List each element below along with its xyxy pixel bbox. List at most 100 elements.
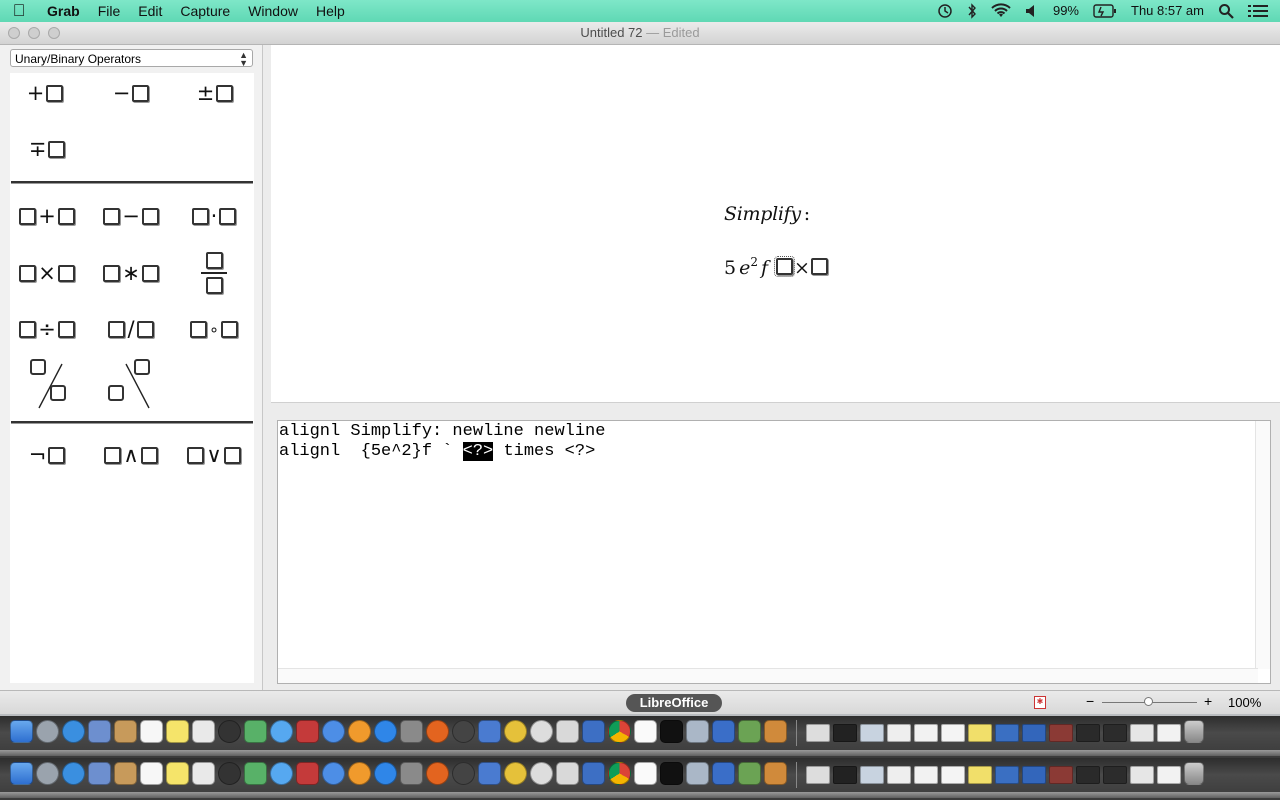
contacts-icon[interactable] — [114, 762, 137, 785]
libreoffice-icon[interactable] — [634, 720, 657, 743]
dock-document[interactable] — [1022, 766, 1046, 784]
textedit-icon[interactable] — [712, 762, 735, 785]
boolean-not-element[interactable]: ¬ — [17, 435, 77, 475]
command-editor[interactable]: alignl Simplify: newline newline alignl {… — [277, 420, 1271, 684]
concatenation-element[interactable]: ∘ — [184, 309, 244, 349]
vertical-splitter[interactable] — [263, 45, 271, 690]
dock-document[interactable] — [1103, 724, 1127, 742]
system-preferences-icon[interactable] — [400, 762, 423, 785]
horizontal-splitter[interactable] — [271, 402, 1280, 421]
volume-icon[interactable] — [1018, 3, 1046, 19]
wideslash-element[interactable] — [17, 355, 77, 413]
element-category-select[interactable]: Unary/Binary Operators ▲ ▼ — [10, 49, 253, 68]
cyberduck-icon[interactable] — [504, 720, 527, 743]
multiplication-element[interactable]: × — [17, 253, 77, 293]
dock-document[interactable] — [995, 766, 1019, 784]
image-app-icon[interactable] — [738, 720, 761, 743]
reminders-icon[interactable] — [192, 762, 215, 785]
mail-icon[interactable] — [88, 762, 111, 785]
zoom-slider[interactable]: − + — [1084, 693, 1219, 709]
contacts-icon[interactable] — [114, 720, 137, 743]
title-bar[interactable]: Untitled 72 — Edited — [0, 22, 1280, 45]
photo-booth-icon[interactable] — [244, 720, 267, 743]
libreoffice-icon[interactable] — [634, 762, 657, 785]
reminders-icon[interactable] — [192, 720, 215, 743]
zoom-percentage[interactable]: 100% — [1228, 691, 1261, 714]
photo-app-icon[interactable] — [296, 720, 319, 743]
gimp-icon[interactable] — [452, 720, 475, 743]
textedit-icon[interactable] — [712, 720, 735, 743]
dock-document[interactable] — [1130, 766, 1154, 784]
ibooks-icon[interactable] — [348, 762, 371, 785]
notes-icon[interactable] — [166, 720, 189, 743]
widebslash-element[interactable] — [101, 355, 161, 413]
document-modified-icon[interactable]: ✱ — [1034, 696, 1046, 709]
dock-document[interactable] — [1157, 724, 1181, 742]
xcode-icon[interactable] — [478, 720, 501, 743]
battery-icon[interactable] — [1086, 4, 1124, 18]
notes-icon[interactable] — [166, 762, 189, 785]
chrome-icon[interactable] — [608, 720, 631, 743]
dock-document[interactable] — [887, 724, 911, 742]
asterisk-element[interactable]: ∗ — [101, 253, 161, 293]
photo-booth-icon[interactable] — [244, 762, 267, 785]
dock-document[interactable] — [1103, 766, 1127, 784]
safari-icon[interactable] — [62, 720, 85, 743]
addition-element[interactable]: + — [17, 196, 77, 236]
unary-plus-element[interactable]: + — [15, 73, 75, 113]
unary-minus-element[interactable]: − — [101, 73, 161, 113]
menu-capture[interactable]: Capture — [171, 0, 239, 22]
launchpad-icon[interactable] — [36, 762, 59, 785]
launchpad-icon[interactable] — [36, 720, 59, 743]
fraction-element[interactable] — [184, 243, 244, 303]
image-app-icon[interactable] — [738, 762, 761, 785]
menu-grab[interactable]: Grab — [38, 0, 89, 22]
battery-percent[interactable]: 99% — [1046, 0, 1086, 22]
dock-document[interactable] — [833, 724, 857, 742]
mail-icon[interactable] — [88, 720, 111, 743]
time-machine-icon[interactable] — [930, 3, 960, 19]
wifi-icon[interactable] — [984, 3, 1018, 19]
chrome-icon[interactable] — [608, 762, 631, 785]
finder-icon[interactable] — [10, 762, 33, 785]
firefox-icon[interactable] — [426, 720, 449, 743]
app-store-icon[interactable] — [374, 762, 397, 785]
trash-icon[interactable] — [1184, 720, 1204, 743]
dock-document[interactable] — [968, 766, 992, 784]
menu-file[interactable]: File — [89, 0, 130, 22]
xcode-icon[interactable] — [478, 762, 501, 785]
facetime-icon[interactable] — [218, 762, 241, 785]
boolean-and-element[interactable]: ∧ — [101, 435, 161, 475]
notification-center-icon[interactable] — [1241, 3, 1280, 19]
dock-document[interactable] — [1130, 724, 1154, 742]
preview-icon[interactable] — [686, 720, 709, 743]
dock-document[interactable] — [914, 766, 938, 784]
zoom-out-button[interactable]: − — [1086, 693, 1094, 709]
division-element[interactable]: ÷ — [17, 309, 77, 349]
grab-icon[interactable] — [556, 720, 579, 743]
messages-icon[interactable] — [270, 762, 293, 785]
dock-document[interactable] — [1076, 766, 1100, 784]
zoom-in-button[interactable]: + — [1204, 693, 1212, 709]
safari-icon[interactable] — [62, 762, 85, 785]
messages-icon[interactable] — [270, 720, 293, 743]
dot-product-element[interactable]: · — [184, 196, 244, 236]
app-icon[interactable] — [530, 720, 553, 743]
preview-icon[interactable] — [686, 762, 709, 785]
dock-document[interactable] — [968, 724, 992, 742]
apple-icon[interactable]:  — [0, 0, 38, 22]
trash-icon[interactable] — [1184, 762, 1204, 785]
boolean-or-element[interactable]: ∨ — [184, 435, 244, 475]
subtraction-element[interactable]: − — [101, 196, 161, 236]
unary-minus-plus-element[interactable]: ∓ — [17, 129, 77, 169]
dock-document[interactable] — [1157, 766, 1181, 784]
dock-document[interactable] — [806, 724, 830, 742]
dock-document[interactable] — [1076, 724, 1100, 742]
spotlight-icon[interactable] — [1211, 3, 1241, 19]
terminal-icon[interactable] — [660, 720, 683, 743]
firefox-icon[interactable] — [426, 762, 449, 785]
slash-element[interactable]: / — [101, 309, 161, 349]
gimp-icon[interactable] — [452, 762, 475, 785]
dock-document[interactable] — [914, 724, 938, 742]
ibooks-icon[interactable] — [348, 720, 371, 743]
